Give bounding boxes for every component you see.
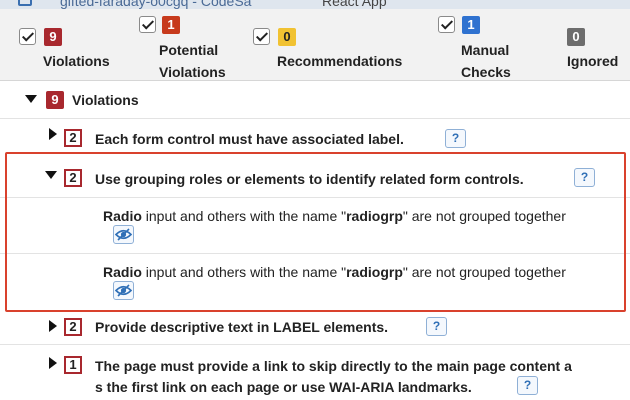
rule-count-badge: 1 <box>64 356 82 374</box>
message-part: " are not grouped together <box>402 264 566 280</box>
violation-message[interactable]: Radio input and others with the name "ra… <box>0 254 630 311</box>
element-type: Radio <box>103 264 142 280</box>
filter-manual-label-line1: Manual <box>461 42 510 58</box>
filter-violations-label: Violations <box>43 53 110 69</box>
filter-bar: 9 Violations 1 Potential Violations 0 Re… <box>0 9 630 81</box>
section-violations-header[interactable]: 9 Violations <box>0 82 630 118</box>
filter-manual-label-line2: Checks <box>461 64 511 80</box>
browser-tab-strip: gifted-faraday-o0cgq - CodeSa React App <box>0 0 630 9</box>
potential-violations-count-badge: 1 <box>162 16 180 34</box>
eye-slash-icon[interactable] <box>113 225 134 244</box>
violations-count-badge: 9 <box>44 28 62 46</box>
rule-row-expanded[interactable]: 2 Use grouping roles or elements to iden… <box>0 155 630 197</box>
rule-label: Use grouping roles or elements to identi… <box>95 171 524 187</box>
element-name: radiogrp <box>346 208 403 224</box>
question-mark-icon[interactable]: ? <box>445 129 466 148</box>
message-text: Radio input and others with the name "ra… <box>103 207 566 225</box>
rule-label-line2: s the first link on each page or use WAI… <box>95 379 472 395</box>
message-part: input and others with the name " <box>141 264 347 280</box>
message-part: input and others with the name " <box>141 208 347 224</box>
triangle-right-icon[interactable] <box>49 128 57 140</box>
message-text: Radio input and others with the name "ra… <box>103 263 566 281</box>
section-count-badge: 9 <box>46 91 64 109</box>
tab-react-app[interactable]: React App <box>322 0 387 9</box>
checkbox-manual-checks[interactable] <box>438 16 455 33</box>
rule-label: Provide descriptive text in LABEL elemen… <box>95 319 389 335</box>
rule-row[interactable]: 2 Provide descriptive text in LABEL elem… <box>0 312 630 344</box>
filter-recommendations-label: Recommendations <box>277 53 403 69</box>
filter-ignored-label: Ignored <box>567 53 619 69</box>
triangle-right-icon[interactable] <box>49 357 57 369</box>
triangle-down-icon[interactable] <box>45 171 57 179</box>
rule-count-badge: 2 <box>64 318 82 336</box>
manual-checks-count-badge: 1 <box>462 16 480 34</box>
ignored-count-badge: 0 <box>567 28 585 46</box>
triangle-right-icon[interactable] <box>49 320 57 332</box>
eye-slash-icon[interactable] <box>113 281 134 300</box>
question-mark-icon[interactable]: ? <box>517 376 538 395</box>
tab-list-icon[interactable] <box>18 0 32 6</box>
violation-message[interactable]: Radio input and others with the name "ra… <box>0 198 630 253</box>
checkbox-recommendations[interactable] <box>253 28 270 45</box>
element-name: radiogrp <box>346 264 403 280</box>
triangle-down-icon[interactable] <box>25 95 37 103</box>
rule-row[interactable]: 1 The page must provide a link to skip d… <box>0 345 630 400</box>
message-part: " are not grouped together <box>402 208 566 224</box>
rule-label-line1: The page must provide a link to skip dir… <box>95 358 572 374</box>
recommendations-count-badge: 0 <box>278 28 296 46</box>
question-mark-icon[interactable]: ? <box>574 168 595 187</box>
filter-potential-label-line2: Violations <box>159 64 226 80</box>
rule-count-badge: 2 <box>64 129 82 147</box>
filter-potential-label-line1: Potential <box>159 42 219 58</box>
checkbox-violations[interactable] <box>19 28 36 45</box>
rule-count-badge: 2 <box>64 169 82 187</box>
tab-codesandbox[interactable]: gifted-faraday-o0cgq - CodeSa <box>60 0 251 9</box>
section-title: Violations <box>72 92 139 108</box>
element-type: Radio <box>103 208 142 224</box>
rule-row[interactable]: 2 Each form control must have associated… <box>0 119 630 153</box>
question-mark-icon[interactable]: ? <box>426 317 447 336</box>
checkbox-potential-violations[interactable] <box>139 16 156 33</box>
rule-label: Each form control must have associated l… <box>95 131 404 147</box>
